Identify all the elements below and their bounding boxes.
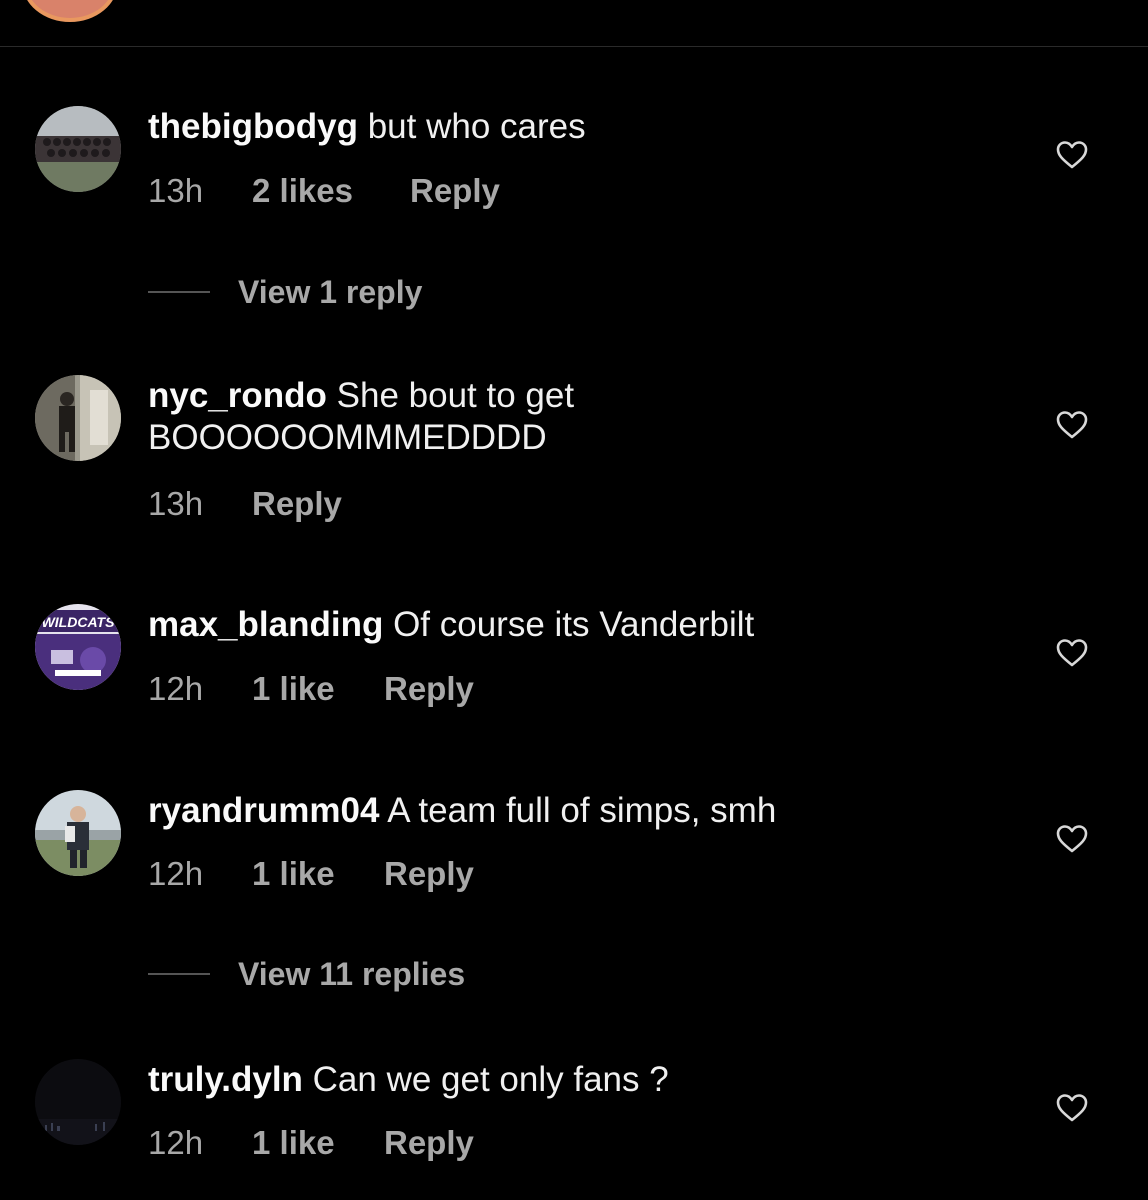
heart-icon[interactable] (1056, 1093, 1088, 1123)
comment-time: 13h (148, 172, 204, 209)
replies-divider (148, 291, 210, 293)
comment-likes[interactable]: 1 like (252, 854, 335, 894)
reply-button[interactable]: Reply (384, 854, 474, 894)
avatar[interactable]: WILDCATS (35, 604, 121, 690)
header-divider (0, 46, 1148, 47)
reply-button[interactable]: Reply (384, 1123, 474, 1163)
heart-icon[interactable] (1056, 638, 1088, 668)
comment-time: 13h (148, 485, 204, 522)
comment-body: Can we get only fans ? (312, 1060, 669, 1099)
comment-likes[interactable]: 1 like (252, 669, 335, 709)
avatar-logo-text: WILDCATS (42, 614, 115, 630)
reply-button[interactable]: Reply (410, 171, 500, 211)
comment-username[interactable]: nyc_rondo (148, 376, 327, 415)
comment-text: truly.dyln Can we get only fans ? (148, 1059, 968, 1101)
comment-username[interactable]: thebigbodyg (148, 107, 358, 146)
avatar[interactable] (35, 1059, 121, 1145)
view-replies-label: View 11 replies (238, 956, 466, 992)
post-author-avatar[interactable] (22, 0, 118, 22)
comment-text: thebigbodyg but who cares (148, 106, 968, 148)
comment-likes[interactable]: 2 likes (252, 171, 353, 211)
reply-button[interactable]: Reply (252, 484, 342, 524)
replies-divider (148, 973, 210, 975)
comment-username[interactable]: max_blanding (148, 605, 383, 644)
comment-username[interactable]: truly.dyln (148, 1060, 303, 1099)
comment-body: A team full of simps, smh (387, 791, 777, 830)
comment-body: Of course its Vanderbilt (393, 605, 755, 644)
heart-icon[interactable] (1056, 824, 1088, 854)
comment-text: ryandrumm04 A team full of simps, smh (148, 790, 968, 832)
comment-body: but who cares (367, 107, 586, 146)
comment-time: 12h (148, 855, 204, 892)
comment-text: nyc_rondo She bout to get BOOOOOOMMMEDDD… (148, 375, 968, 459)
view-replies-label: View 1 reply (238, 274, 423, 310)
reply-button[interactable]: Reply (384, 669, 474, 709)
avatar[interactable] (35, 790, 121, 876)
avatar[interactable] (35, 375, 121, 461)
comment-text: max_blanding Of course its Vanderbilt (148, 604, 968, 646)
comment-time: 12h (148, 1124, 204, 1161)
heart-icon[interactable] (1056, 410, 1088, 440)
comments-screen: thebigbodyg but who cares 13h 2 likes Re… (0, 0, 1148, 1200)
comment-likes[interactable]: 1 like (252, 1123, 335, 1163)
avatar[interactable] (35, 106, 121, 192)
comment-username[interactable]: ryandrumm04 (148, 791, 379, 830)
comment-time: 12h (148, 670, 204, 707)
heart-icon[interactable] (1056, 140, 1088, 170)
